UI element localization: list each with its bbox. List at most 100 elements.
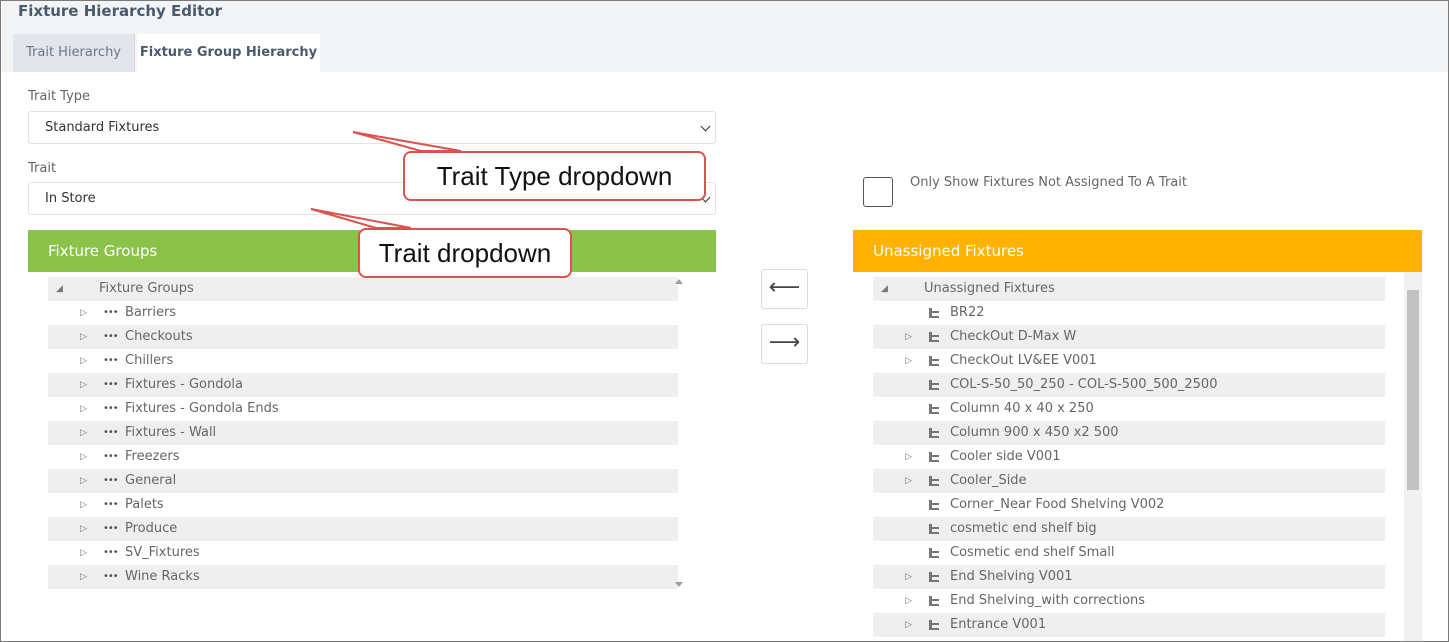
expand-icon[interactable]: ▷ bbox=[80, 493, 87, 517]
expand-icon[interactable]: ▷ bbox=[905, 445, 912, 469]
fixture-group-item[interactable]: ▷ ••• Palets bbox=[48, 493, 678, 517]
move-right-button[interactable]: ⟶ bbox=[761, 324, 808, 364]
group-icon: ••• bbox=[103, 451, 119, 462]
fixture-icon bbox=[929, 308, 939, 318]
unassigned-fixture-item[interactable]: cosmetic end shelf big bbox=[873, 517, 1385, 541]
trait-type-value: Standard Fixtures bbox=[45, 120, 160, 135]
unassigned-fixture-label: End Shelving_with corrections bbox=[950, 593, 1146, 608]
trait-type-callout: Trait Type dropdown bbox=[403, 151, 706, 201]
fixture-groups-tree: ◢ Fixture Groups ▷ ••• Barriers ▷ ••• Checkou… bbox=[28, 272, 716, 594]
unassigned-fixture-item[interactable]: Cosmetic end shelf Small bbox=[873, 541, 1385, 565]
unassigned-fixture-label: CheckOut LV&EE V001 bbox=[950, 353, 1097, 368]
unassigned-fixture-item[interactable]: ▷ Cooler side V001 bbox=[873, 445, 1385, 469]
unassigned-fixture-item[interactable]: ▷ End Shelving_with corrections bbox=[873, 589, 1385, 613]
unassigned-fixture-label: COL-S-50_50_250 - COL-S-500_500_2500 bbox=[950, 377, 1218, 392]
group-icon: ••• bbox=[103, 355, 119, 366]
expand-icon[interactable]: ▷ bbox=[905, 325, 912, 349]
fixture-group-label: Chillers bbox=[125, 353, 174, 368]
expand-icon[interactable]: ▷ bbox=[80, 469, 87, 493]
fixture-group-item[interactable]: ▷ ••• General bbox=[48, 469, 678, 493]
fixture-group-item[interactable]: ▷ ••• Freezers bbox=[48, 445, 678, 469]
tree-root[interactable]: ◢ Fixture Groups bbox=[48, 277, 678, 301]
fixture-icon bbox=[929, 452, 939, 462]
tree-root-label: Fixture Groups bbox=[99, 281, 194, 296]
trait-label: Trait bbox=[28, 161, 57, 176]
unassigned-fixture-item[interactable]: ▷ Cooler_Side bbox=[873, 469, 1385, 493]
unassigned-fixture-label: Entrance V001 bbox=[950, 617, 1047, 632]
fixture-group-label: Fixtures - Gondola Ends bbox=[125, 401, 279, 416]
trait-callout: Trait dropdown bbox=[358, 228, 572, 278]
unassigned-fixture-label: cosmetic end shelf big bbox=[950, 521, 1097, 536]
unassigned-fixture-item[interactable]: Corner_Near Food Shelving V002 bbox=[873, 493, 1385, 517]
tab-trait-hierarchy[interactable]: Trait Hierarchy bbox=[13, 34, 135, 72]
trait-type-select[interactable]: Standard Fixtures bbox=[28, 111, 716, 144]
unassigned-fixture-label: Cooler_Side bbox=[950, 473, 1027, 488]
chevron-down-icon bbox=[700, 121, 711, 132]
page-title: Fixture Hierarchy Editor bbox=[18, 2, 223, 20]
expand-icon[interactable]: ▷ bbox=[905, 613, 912, 637]
unassigned-fixture-item[interactable]: ▷ CheckOut LV&EE V001 bbox=[873, 349, 1385, 373]
unassigned-fixtures-header: Unassigned Fixtures bbox=[853, 230, 1422, 272]
fixture-group-item[interactable]: ▷ ••• SV_Fixtures bbox=[48, 541, 678, 565]
fixture-group-label: Fixtures - Wall bbox=[125, 425, 217, 440]
fixture-group-label: Fixtures - Gondola bbox=[125, 377, 244, 392]
unassigned-fixture-item[interactable]: BR22 bbox=[873, 301, 1385, 325]
unassigned-fixture-item[interactable]: Column 40 x 40 x 250 bbox=[873, 397, 1385, 421]
expand-icon[interactable]: ▷ bbox=[905, 349, 912, 373]
tree-root-label: Unassigned Fixtures bbox=[924, 281, 1055, 296]
expand-icon[interactable]: ▷ bbox=[80, 325, 87, 349]
fixture-group-item[interactable]: ▷ ••• Wine Racks bbox=[48, 565, 678, 589]
group-icon: ••• bbox=[103, 571, 119, 582]
fixture-group-item[interactable]: ▷ ••• Fixtures - Gondola bbox=[48, 373, 678, 397]
fixture-icon bbox=[929, 500, 939, 510]
unassigned-fixture-item[interactable]: COL-S-50_50_250 - COL-S-500_500_2500 bbox=[873, 373, 1385, 397]
expand-icon[interactable]: ▷ bbox=[80, 445, 87, 469]
collapse-icon[interactable]: ◢ bbox=[881, 277, 888, 301]
fixture-group-item[interactable]: ▷ ••• Produce bbox=[48, 517, 678, 541]
expand-icon[interactable]: ▷ bbox=[80, 517, 87, 541]
expand-icon[interactable]: ▷ bbox=[80, 373, 87, 397]
trait-value: In Store bbox=[45, 191, 96, 206]
fixture-group-item[interactable]: ▷ ••• Checkouts bbox=[48, 325, 678, 349]
fixture-icon bbox=[929, 572, 939, 582]
fixture-icon bbox=[929, 356, 939, 366]
group-icon: ••• bbox=[103, 403, 119, 414]
expand-icon[interactable]: ▷ bbox=[905, 589, 912, 613]
right-scrollbar-thumb[interactable] bbox=[1407, 290, 1419, 490]
fixture-group-label: Wine Racks bbox=[125, 569, 200, 584]
scroll-down-icon[interactable] bbox=[675, 582, 683, 587]
fixture-icon bbox=[929, 380, 939, 390]
unassigned-fixture-item[interactable]: ▷ Entrance V001 bbox=[873, 613, 1385, 637]
unassigned-fixture-item[interactable]: Column 900 x 450 x2 500 bbox=[873, 421, 1385, 445]
unassigned-fixture-label: Column 900 x 450 x2 500 bbox=[950, 425, 1119, 440]
left-scrollbar[interactable] bbox=[678, 272, 1359, 594]
expand-icon[interactable]: ▷ bbox=[80, 301, 87, 325]
fixture-group-item[interactable]: ▷ ••• Fixtures - Wall bbox=[48, 421, 678, 445]
fixture-icon bbox=[929, 404, 939, 414]
tree-root[interactable]: ◢ Unassigned Fixtures bbox=[873, 277, 1385, 301]
fixture-group-label: Checkouts bbox=[125, 329, 193, 344]
fixture-group-item[interactable]: ▷ ••• Chillers bbox=[48, 349, 678, 373]
unassigned-fixture-item[interactable]: ▷ CheckOut D-Max W bbox=[873, 325, 1385, 349]
unassigned-fixture-label: Cosmetic end shelf Small bbox=[950, 545, 1115, 560]
collapse-icon[interactable]: ◢ bbox=[56, 277, 63, 301]
expand-icon[interactable]: ▷ bbox=[80, 565, 87, 589]
expand-icon[interactable]: ▷ bbox=[80, 349, 87, 373]
unassigned-fixture-item[interactable]: ▷ End Shelving V001 bbox=[873, 565, 1385, 589]
tab-fixture-group-hierarchy[interactable]: Fixture Group Hierarchy bbox=[137, 34, 320, 72]
group-icon: ••• bbox=[103, 475, 119, 486]
scroll-up-icon[interactable] bbox=[675, 279, 683, 284]
unassigned-fixture-label: BR22 bbox=[950, 305, 985, 320]
move-left-button[interactable]: ⟵ bbox=[761, 269, 808, 309]
unassigned-fixture-label: Corner_Near Food Shelving V002 bbox=[950, 497, 1165, 512]
expand-icon[interactable]: ▷ bbox=[905, 565, 912, 589]
fixture-group-label: Produce bbox=[125, 521, 178, 536]
expand-icon[interactable]: ▷ bbox=[80, 421, 87, 445]
fixture-group-item[interactable]: ▷ ••• Fixtures - Gondola Ends bbox=[48, 397, 678, 421]
fixture-group-item[interactable]: ▷ ••• Barriers bbox=[48, 301, 678, 325]
expand-icon[interactable]: ▷ bbox=[905, 469, 912, 493]
expand-icon[interactable]: ▷ bbox=[80, 397, 87, 421]
expand-icon[interactable]: ▷ bbox=[80, 541, 87, 565]
fixture-group-label: General bbox=[125, 473, 177, 488]
only-unassigned-checkbox[interactable] bbox=[863, 177, 893, 207]
